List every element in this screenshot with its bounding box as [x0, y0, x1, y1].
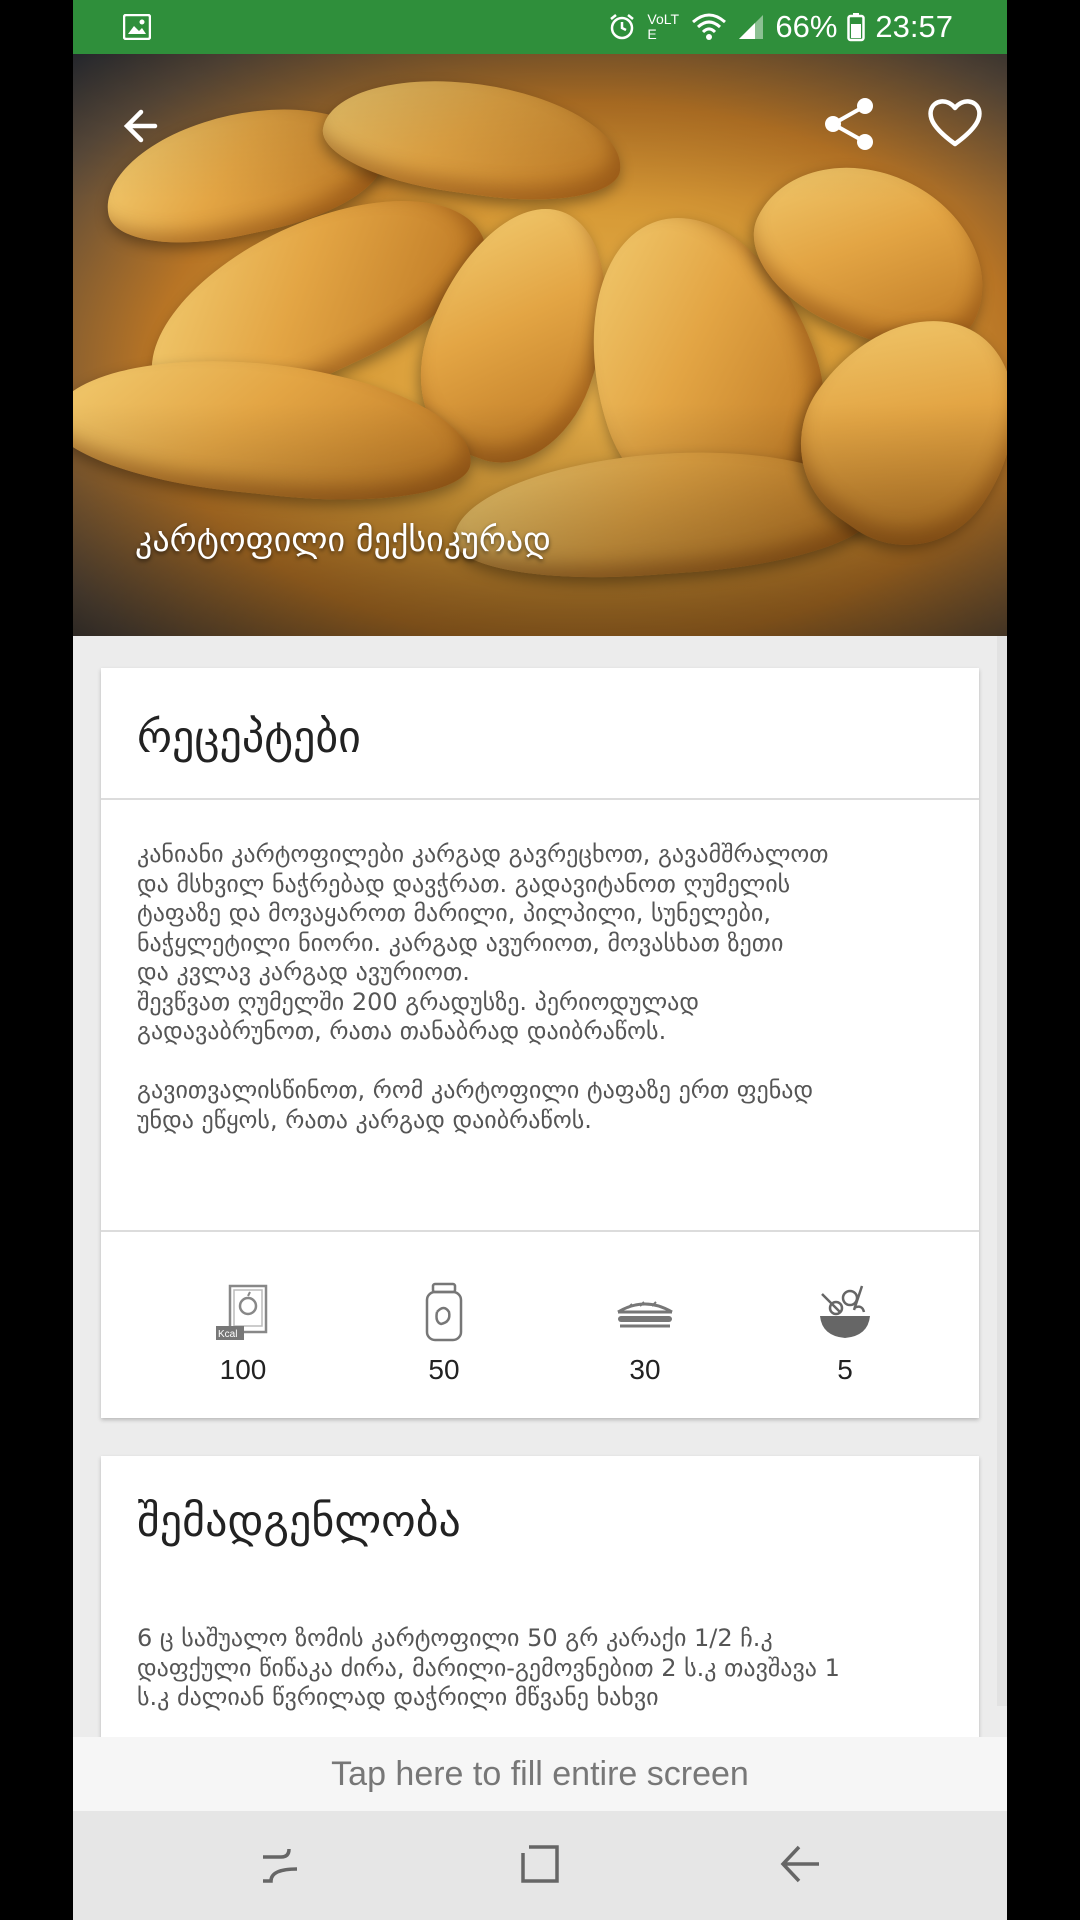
- kcal-book-icon: Kcal: [216, 1284, 268, 1340]
- recipe-instructions: კანიანი კარტოფილები კარგად გავრეცხოთ, გა…: [137, 840, 829, 1134]
- jar-icon: [425, 1282, 463, 1342]
- recent-apps-icon[interactable]: [255, 1839, 305, 1889]
- battery-icon: [847, 13, 866, 42]
- ingredients-card-title: შემადგენლობა: [137, 1496, 461, 1547]
- share-icon[interactable]: [817, 92, 881, 156]
- recipe-hero-image: კარტოფილი მექსიკურად: [73, 54, 1007, 636]
- status-bar: VoLTE 66% 23:57: [73, 0, 1007, 54]
- back-nav-icon[interactable]: [775, 1839, 825, 1889]
- recipe-card: რეცეპტები კანიანი კარტოფილები კარგად გავ…: [101, 668, 979, 1418]
- divider: [101, 798, 979, 800]
- nutrition-stats: Kcal 100 50 30 5: [101, 1230, 979, 1418]
- stat-bread: 30: [565, 1230, 725, 1386]
- app-screen: VoLTE 66% 23:57 კარტოფილი მექსიკურად რეც…: [73, 0, 1007, 1920]
- recipe-card-title: რეცეპტები: [137, 712, 361, 763]
- clock: 23:57: [875, 9, 953, 44]
- stat-value: 30: [629, 1354, 661, 1385]
- back-arrow-icon[interactable]: [115, 96, 175, 156]
- stat-calories: Kcal 100: [163, 1230, 323, 1386]
- battery-percent: 66%: [775, 9, 838, 44]
- stat-value: 50: [428, 1354, 460, 1385]
- kcal-badge: Kcal: [218, 1329, 237, 1340]
- recipe-title: კარტოფილი მექსიკურად: [135, 520, 551, 560]
- wifi-icon: [692, 13, 727, 40]
- stat-jar: 50: [364, 1230, 524, 1386]
- stat-value: 100: [219, 1354, 267, 1385]
- system-nav-bar: [73, 1811, 1007, 1920]
- fullscreen-banner[interactable]: Tap here to fill entire screen: [73, 1737, 1007, 1811]
- ingredients-card: შემადგენლობა 6 ც საშუალო ზომის კარტოფილი…: [101, 1456, 979, 1756]
- volte-icon: VoLTE: [647, 11, 680, 42]
- salad-bowl-icon: [820, 1285, 870, 1338]
- gallery-notification-icon: [123, 14, 151, 40]
- favorite-heart-icon[interactable]: [925, 92, 985, 152]
- stat-salad: 5: [765, 1230, 925, 1386]
- scrollbar[interactable]: [997, 636, 1007, 1706]
- signal-icon: [739, 15, 764, 39]
- ingredients-text: 6 ც საშუალო ზომის კარტოფილი 50 გრ კარაქი…: [137, 1624, 840, 1711]
- home-icon[interactable]: [515, 1839, 565, 1889]
- stat-value: 5: [837, 1354, 853, 1385]
- bread-icon: [617, 1301, 673, 1328]
- alarm-icon: [610, 14, 635, 40]
